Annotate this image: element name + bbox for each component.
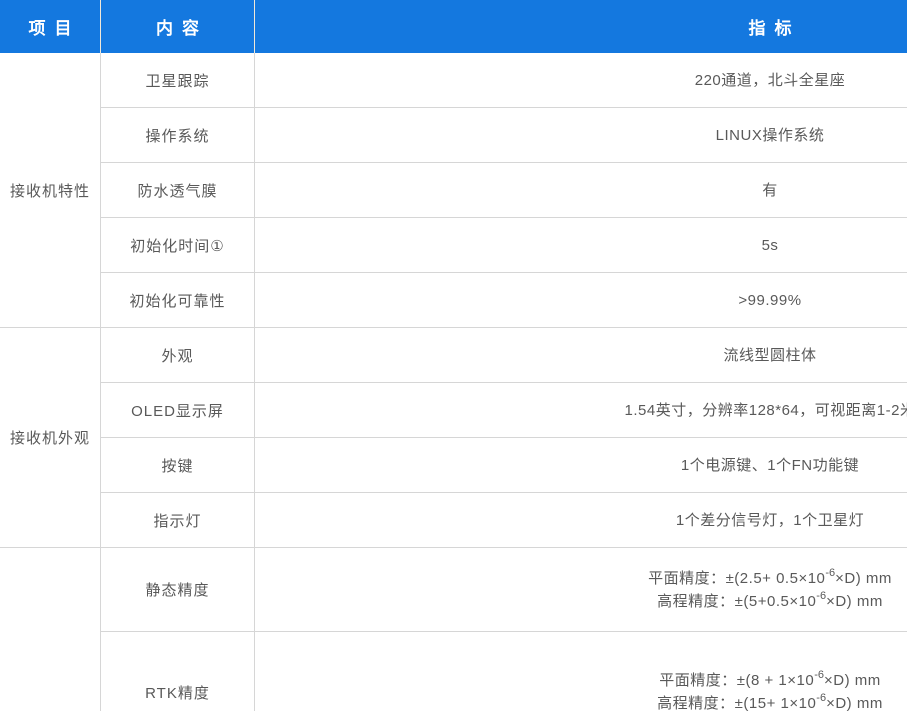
- spec-cell: 1.54英寸，分辨率128*64，可视距离1-2米: [255, 383, 907, 438]
- spec-line: LINUX操作系统: [255, 124, 907, 147]
- spec-line: 220通道，北斗全星座: [255, 69, 907, 92]
- spec-cell: 平面精度：±(2.5+ 0.5×10-6×D) mm高程精度：±(5+0.5×1…: [255, 548, 907, 632]
- table-row: 按键1个电源键、1个FN功能键: [0, 438, 907, 493]
- content-cell: RTK精度: [100, 632, 255, 711]
- spec-cell: 1个电源键、1个FN功能键: [255, 438, 907, 493]
- spec-line: 1个电源键、1个FN功能键: [255, 454, 907, 477]
- spec-line: 平面精度：±(8 + 1×10-6×D) mm: [255, 669, 907, 692]
- content-cell: 按键: [100, 438, 255, 493]
- table-row: 接收机外观外观流线型圆柱体: [0, 328, 907, 383]
- content-cell: 防水透气膜: [100, 163, 255, 218]
- header-row: 项目 内容 指标: [0, 0, 907, 53]
- content-cell: 卫星跟踪: [100, 53, 255, 108]
- spec-table: 项目 内容 指标 接收机特性卫星跟踪220通道，北斗全星座操作系统LINUX操作…: [0, 0, 907, 711]
- spec-line: 流线型圆柱体: [255, 344, 907, 367]
- superscript: -6: [814, 669, 824, 681]
- table-row: OLED显示屏1.54英寸，分辨率128*64，可视距离1-2米: [0, 383, 907, 438]
- spec-line: 高程精度：±(15+ 1×10-6×D) mm: [255, 692, 907, 711]
- spec-cell: LINUX操作系统: [255, 108, 907, 163]
- table-row: 初始化时间①5s: [0, 218, 907, 273]
- spec-line: >99.99%: [255, 289, 907, 312]
- item-group-cell: 接收机特性: [0, 53, 100, 328]
- content-cell: 初始化时间①: [100, 218, 255, 273]
- spec-line: 1个差分信号灯，1个卫星灯: [255, 509, 907, 532]
- spec-cell: 5s: [255, 218, 907, 273]
- col-header-item: 项目: [0, 0, 100, 53]
- spec-sheet: 项目 内容 指标 接收机特性卫星跟踪220通道，北斗全星座操作系统LINUX操作…: [0, 0, 907, 711]
- content-cell: 指示灯: [100, 493, 255, 548]
- content-cell: OLED显示屏: [100, 383, 255, 438]
- col-header-spec: 指标: [255, 0, 907, 53]
- spec-table-body: 接收机特性卫星跟踪220通道，北斗全星座操作系统LINUX操作系统防水透气膜有初…: [0, 53, 907, 711]
- spec-cell: 平面精度：±(8 + 1×10-6×D) mm高程精度：±(15+ 1×10-6…: [255, 632, 907, 711]
- content-cell: 静态精度: [100, 548, 255, 632]
- spec-line: 有: [255, 179, 907, 202]
- table-row: 指示灯1个差分信号灯，1个卫星灯: [0, 493, 907, 548]
- col-header-content: 内容: [100, 0, 255, 53]
- item-group-cell: [0, 548, 100, 711]
- table-row: 防水透气膜有: [0, 163, 907, 218]
- superscript: -6: [825, 567, 835, 579]
- table-row: 接收机特性卫星跟踪220通道，北斗全星座: [0, 53, 907, 108]
- spec-cell: 1个差分信号灯，1个卫星灯: [255, 493, 907, 548]
- superscript: -6: [816, 590, 826, 602]
- item-group-cell: 接收机外观: [0, 328, 100, 548]
- spec-line: 平面精度：±(2.5+ 0.5×10-6×D) mm: [255, 567, 907, 590]
- spec-line: 5s: [255, 234, 907, 257]
- table-row: 操作系统LINUX操作系统: [0, 108, 907, 163]
- spec-line: 1.54英寸，分辨率128*64，可视距离1-2米: [255, 399, 907, 422]
- content-cell: 初始化可靠性: [100, 273, 255, 328]
- table-row: 静态精度平面精度：±(2.5+ 0.5×10-6×D) mm高程精度：±(5+0…: [0, 548, 907, 632]
- superscript: -6: [816, 692, 826, 704]
- table-row: RTK精度平面精度：±(8 + 1×10-6×D) mm高程精度：±(15+ 1…: [0, 632, 907, 711]
- spec-cell: 流线型圆柱体: [255, 328, 907, 383]
- content-cell: 操作系统: [100, 108, 255, 163]
- spec-cell: 有: [255, 163, 907, 218]
- spec-line: 高程精度：±(5+0.5×10-6×D) mm: [255, 590, 907, 613]
- table-row: 初始化可靠性>99.99%: [0, 273, 907, 328]
- content-cell: 外观: [100, 328, 255, 383]
- spec-cell: >99.99%: [255, 273, 907, 328]
- spec-cell: 220通道，北斗全星座: [255, 53, 907, 108]
